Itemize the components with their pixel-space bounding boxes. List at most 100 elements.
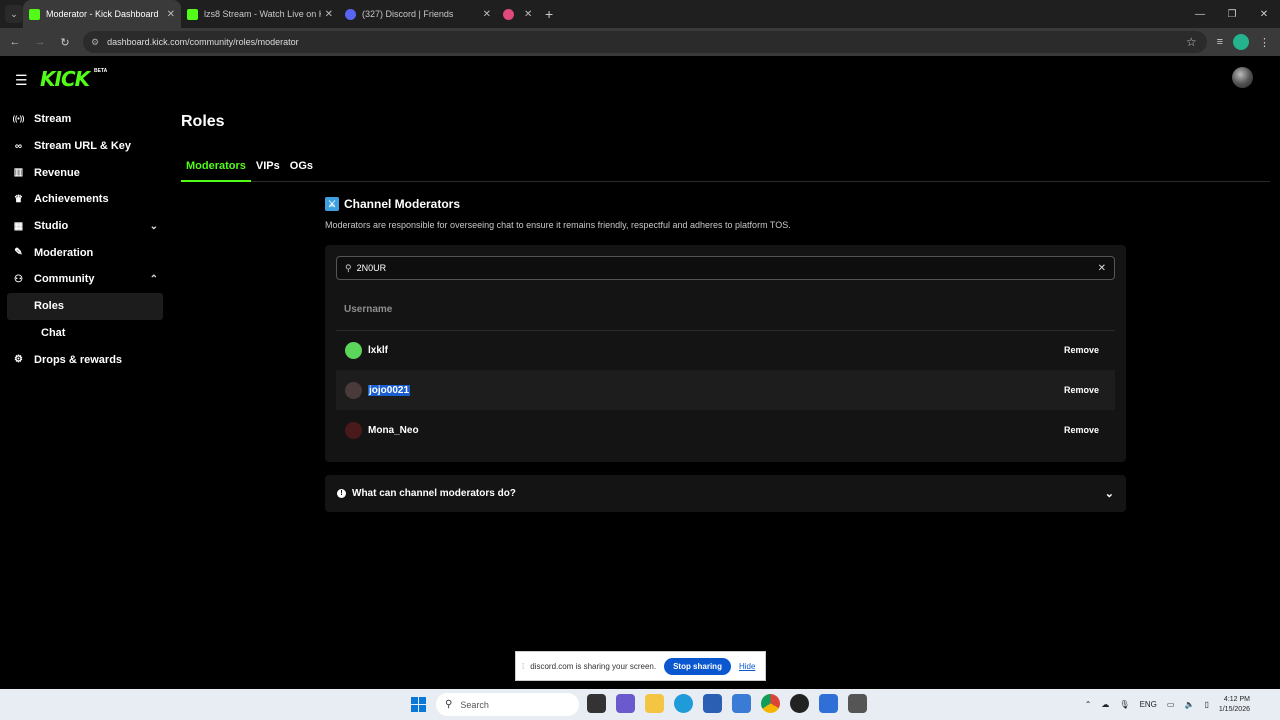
restore-icon[interactable]: ❐ [1216,9,1248,20]
sidebar-item-revenue[interactable]: ▥ Revenue [0,159,170,186]
tab-recording[interactable]: ✕ [497,0,537,28]
outlook-icon[interactable] [732,694,751,713]
faq-accordion[interactable]: ! What can channel moderators do? ⌄ [325,475,1126,512]
close-tab-icon[interactable]: ✕ [325,9,333,20]
taskbar-apps [587,694,867,713]
store-icon[interactable] [703,694,722,713]
discord-favicon-icon [345,8,356,20]
snipping-tool-icon[interactable] [848,694,867,713]
section-title: Channel Moderators [344,197,461,211]
table-row: lxklf Remove [336,330,1115,370]
language-indicator[interactable]: ENG [1140,700,1157,709]
search-input[interactable]: ⚲ 2N0UR ✕ [336,256,1115,280]
recording-icon [503,8,514,20]
obs-icon[interactable] [790,694,809,713]
forward-icon[interactable]: → [30,36,50,48]
sidebar-item-label: Stream [34,113,72,126]
sidebar-item-chat[interactable]: Chat [7,320,163,347]
remove-button[interactable]: Remove [1064,425,1099,435]
stop-sharing-button[interactable]: Stop sharing [664,657,731,675]
tab-kick-stream[interactable]: lzs8 Stream - Watch Live on Kic ✕ [181,0,339,28]
sidebar-item-stream-url-key[interactable]: ∞ Stream URL & Key [0,133,170,160]
close-window-icon[interactable]: ✕ [1248,9,1280,20]
new-tab-icon[interactable]: + [545,6,553,22]
kick-favicon-icon [29,8,40,20]
chrome-icon[interactable] [761,694,780,713]
tab-kick-dashboard[interactable]: Moderator - Kick Dashboard ✕ [23,0,181,28]
chevron-up-icon[interactable]: ⌃ [150,274,158,285]
browser-toolbar: ← → ↻ ⚙ dashboard.kick.com/community/rol… [0,28,1280,56]
community-icon: ⚇ [14,273,23,285]
windows-start-icon[interactable] [411,697,426,712]
broadcast-icon: ((•)) [12,115,25,123]
studio-icon: ▦ [13,220,24,232]
username[interactable]: Mona_Neo [368,425,419,436]
sidebar-item-community[interactable]: ⚇ Community ⌃ [0,266,170,293]
sidebar-item-label: Chat [41,326,66,339]
reload-icon[interactable]: ↻ [55,36,75,49]
taskbar-search[interactable]: ⚲ Search [436,693,579,716]
clear-search-icon[interactable]: ✕ [1098,263,1106,274]
close-tab-icon[interactable]: ✕ [483,9,491,20]
defender-icon[interactable] [819,694,838,713]
profile-avatar[interactable] [1233,34,1249,50]
chevron-up-icon[interactable]: ⌃ [1085,700,1092,709]
back-icon[interactable]: ← [5,36,25,48]
link-icon: ∞ [14,140,23,152]
minimize-icon[interactable]: — [1184,9,1216,20]
trophy-icon: ♛ [14,193,23,205]
wrench-icon: ✎ [14,247,23,259]
sidebar-item-drops-rewards[interactable]: ⚙ Drops & rewards [0,346,170,373]
cloud-icon[interactable]: ☁ [1101,700,1109,709]
username[interactable]: lxklf [368,345,388,356]
sidebar-item-moderation[interactable]: ✎ Moderation [0,239,170,266]
chevron-down-icon[interactable]: ⌄ [1105,487,1114,500]
network-icon[interactable]: ▭ [1167,700,1175,709]
widgets-icon[interactable] [616,694,635,713]
tab-ogs[interactable]: OGs [285,156,318,182]
sidebar-item-label: Achievements [34,193,109,206]
remove-button[interactable]: Remove [1064,385,1099,395]
section-heading: ⚔ Channel Moderators [325,197,460,211]
clock[interactable]: 4:12 PM 1/15/2026 [1219,695,1250,715]
volume-icon[interactable]: 🔈 [1184,700,1194,709]
search-value: 2N0UR [356,263,387,273]
mic-icon[interactable]: 🎙 [1119,700,1129,709]
tab-moderators[interactable]: Moderators [181,156,251,182]
beta-badge: BETA [94,68,108,74]
task-view-icon[interactable] [587,694,606,713]
media-controls-icon[interactable]: ≡ [1217,36,1223,48]
sidebar-item-achievements[interactable]: ♛ Achievements [0,186,170,213]
site-info-icon[interactable]: ⚙ [91,37,99,48]
sidebar-item-stream[interactable]: ((•)) Stream [0,106,170,133]
kick-favicon-icon [187,8,198,20]
search-icon: ⚲ [445,699,453,710]
bookmark-star-icon[interactable]: ☆ [1186,35,1197,49]
tab-discord[interactable]: (327) Discord | Friends ✕ [339,0,497,28]
close-tab-icon[interactable]: ✕ [524,9,532,20]
user-avatar[interactable] [1232,67,1253,88]
avatar [345,421,362,439]
chevron-down-icon[interactable]: ⌄ [150,221,158,232]
username[interactable]: jojo0021 [368,384,411,396]
section-description: Moderators are responsible for overseein… [325,220,791,230]
tab-title: lzs8 Stream - Watch Live on Kic [204,9,321,19]
file-explorer-icon[interactable] [645,694,664,713]
tab-vips[interactable]: VIPs [251,156,285,182]
sidebar-item-roles[interactable]: Roles [7,292,163,320]
avatar [345,341,362,359]
drag-handle-icon[interactable]: ⁞ [522,662,524,671]
close-tab-icon[interactable]: ✕ [167,9,175,20]
sidebar-item-studio[interactable]: ▦ Studio ⌄ [0,213,170,240]
battery-icon[interactable]: ▯ [1204,700,1208,709]
browser-menu-icon[interactable]: ⋮ [1259,36,1270,49]
hamburger-menu-icon[interactable]: ☰ [15,72,28,89]
tab-search-icon[interactable]: ⌄ [5,5,23,23]
sidebar-item-label: Community [34,273,95,286]
info-icon: ! [337,489,346,498]
address-bar[interactable]: ⚙ dashboard.kick.com/community/roles/mod… [83,31,1207,53]
kick-logo[interactable]: KICK [40,67,90,91]
remove-button[interactable]: Remove [1064,345,1099,355]
hide-link[interactable]: Hide [739,662,755,671]
edge-icon[interactable] [674,694,693,713]
